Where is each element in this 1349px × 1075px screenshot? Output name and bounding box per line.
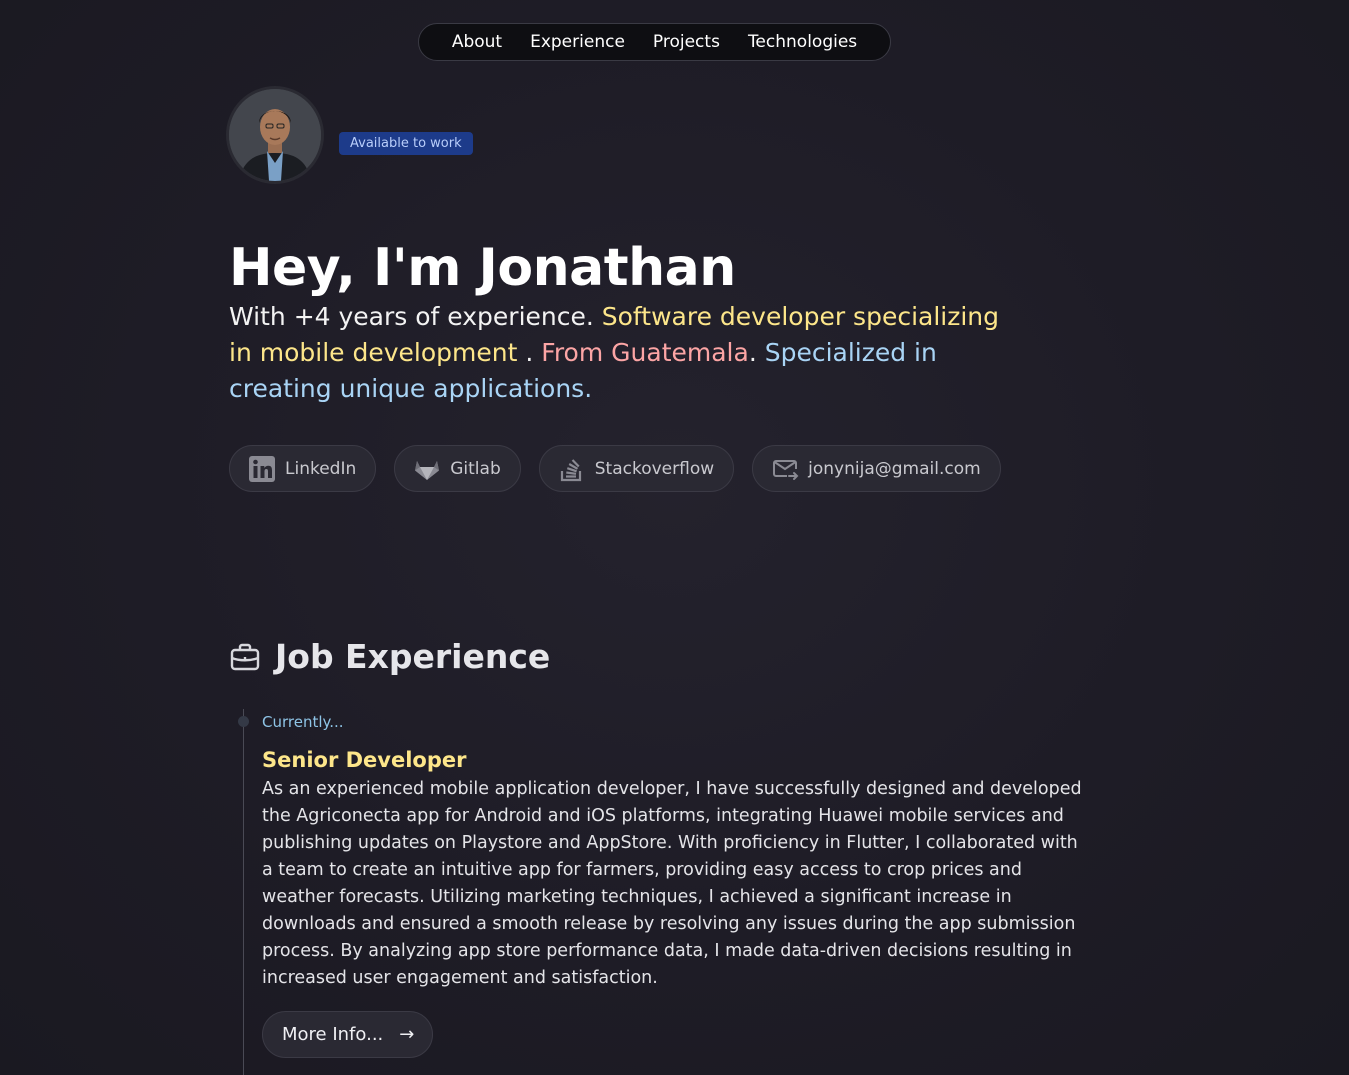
briefcase-icon [230,643,260,670]
nav-technologies[interactable]: Technologies [748,32,857,52]
hero-title: Hey, I'm Jonathan [229,238,736,298]
mail-icon [773,459,799,480]
status-badge: Available to work [339,132,473,155]
hero-intro: With +4 years of experience. [229,302,594,331]
job-date: Currently... [262,713,344,731]
hero-origin: From Guatemala [541,338,749,367]
linkedin-label: LinkedIn [285,458,357,479]
hero-dot-1: . [517,338,534,367]
stackoverflow-link[interactable]: Stackoverflow [538,445,735,492]
avatar [229,89,321,181]
stackoverflow-label: Stackoverflow [594,458,715,479]
nav-projects[interactable]: Projects [653,32,720,52]
nav-experience[interactable]: Experience [530,32,625,52]
social-links: LinkedIn Gitlab Stackoverflow jonynija@g… [229,445,1001,492]
arrow-right-icon: → [399,1024,415,1045]
hero-dot-2: . [748,338,757,367]
email-link[interactable]: jonynija@gmail.com [752,445,1001,492]
gitlab-link[interactable]: Gitlab [394,445,521,492]
job-description: As an experienced mobile application dev… [262,779,1082,988]
nav-about[interactable]: About [452,32,502,52]
stackoverflow-icon [560,458,581,481]
section-title-text: Job Experience [275,637,551,676]
email-label: jonynija@gmail.com [808,458,981,479]
top-navigation: About Experience Projects Technologies [418,23,891,61]
hero-description: With +4 years of experience. Software de… [229,299,1029,407]
linkedin-icon [249,455,275,482]
profile-photo [229,89,321,181]
linkedin-link[interactable]: LinkedIn [229,445,377,492]
timeline-dot [238,716,249,727]
job-role: Senior Developer [262,748,467,772]
job-experience-heading: Job Experience [229,637,550,676]
gitlab-label: Gitlab [450,458,501,479]
more-info-label: More Info... [282,1024,384,1045]
timeline-line [243,709,244,1075]
gitlab-icon [415,460,440,480]
more-info-button[interactable]: More Info... → [262,1011,434,1058]
